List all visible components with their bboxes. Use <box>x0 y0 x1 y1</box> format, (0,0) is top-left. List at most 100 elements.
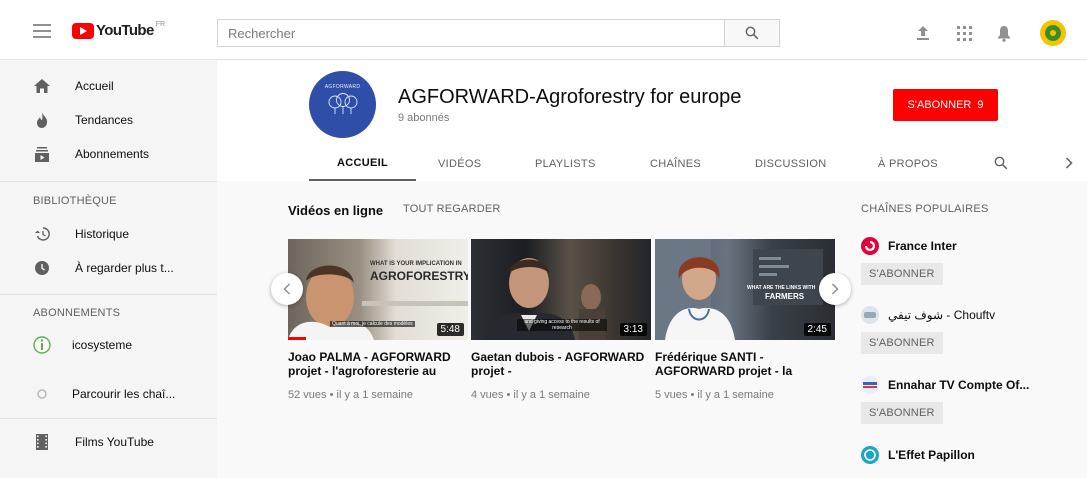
tab-videos[interactable]: VIDÉOS <box>438 147 481 181</box>
popular-channel-name: France Inter <box>888 239 957 253</box>
channel-title: AGFORWARD-Agroforestry for europe <box>398 86 742 108</box>
sidebar-item-label: Tendances <box>75 113 134 127</box>
tabs-next-chevron-icon[interactable] <box>1057 151 1081 175</box>
popular-channel-link[interactable]: France Inter <box>861 235 1071 257</box>
thumbnail-subtitle: Quant à moi, je calcule des modèles <box>330 321 415 327</box>
popular-channel-name: Ennahar TV Compte Of... <box>888 378 1030 392</box>
sidebar-item-films-youtube[interactable]: Films YouTube <box>0 425 217 459</box>
thumbnail-subtitle: and giving access to the results of rese… <box>517 319 607 331</box>
video-age: il y a 1 semaine <box>697 389 774 401</box>
sidebar: Accueil Tendances Abonnements BIBLIOTHÈQ… <box>0 61 217 478</box>
watch-progress-bar <box>288 337 306 340</box>
video-duration: 2:45 <box>803 323 831 336</box>
section-title: Vidéos en ligne <box>288 203 384 218</box>
channel-avatar-brand: AGFORWARD <box>324 84 361 90</box>
chouftv-icon <box>861 306 879 324</box>
popular-channel-link[interactable]: شوف تيفي - Chouftv <box>861 304 1071 326</box>
search-input[interactable] <box>217 19 725 47</box>
sidebar-item-label: À regarder plus t... <box>75 261 174 275</box>
popular-subscribe-button[interactable]: S'ABONNER <box>861 402 943 424</box>
video-views: 4 vues <box>471 389 504 401</box>
sidebar-divider <box>0 181 217 182</box>
sidebar-item-icosysteme[interactable]: icosysteme <box>0 328 217 362</box>
sidebar-divider <box>0 294 217 295</box>
popular-channel: شوف تيفي - Chouftv S'ABONNER <box>861 304 1071 354</box>
carousel-next-button[interactable] <box>819 273 851 305</box>
popular-subscribe-button[interactable]: S'ABONNER <box>861 263 943 285</box>
tab-discussion[interactable]: DISCUSSION <box>755 147 826 181</box>
effet-papillon-icon <box>861 446 879 464</box>
tab-accueil[interactable]: ACCUEIL <box>309 147 416 181</box>
popular-channel: L'Effet Papillon <box>861 444 1071 466</box>
video-age: il y a 1 semaine <box>336 389 413 401</box>
user-avatar[interactable] <box>1040 20 1066 46</box>
popular-channel-link[interactable]: L'Effet Papillon <box>861 444 1071 466</box>
channel-search-icon[interactable] <box>989 151 1013 175</box>
search-button[interactable] <box>724 19 780 47</box>
sidebar-divider <box>0 418 217 419</box>
popular-channel-name: شوف تيفي - Chouftv <box>888 308 996 322</box>
upload-icon[interactable] <box>914 24 932 42</box>
thumbnail-caption-big: FARMERS <box>765 292 805 301</box>
video-title[interactable]: Joao PALMA - AGFORWARD projet - l'agrofo… <box>288 350 468 378</box>
popular-subscribe-button[interactable]: S'ABONNER <box>861 332 943 354</box>
video-title[interactable]: Frédérique SANTI - AGFORWARD projet - la <box>655 350 835 378</box>
top-bar: YouTube FR <box>0 0 1087 60</box>
chevron-right-icon <box>831 283 839 295</box>
sidebar-item-browse-channels[interactable]: Parcourir les chaî... <box>0 377 217 411</box>
video-age: il y a 1 semaine <box>513 389 590 401</box>
sidebar-item-watch-later[interactable]: À regarder plus t... <box>0 251 217 285</box>
logo-country: FR <box>155 21 166 28</box>
library-header: BIBLIOTHÈQUE <box>33 195 117 207</box>
subscribe-button[interactable]: S'ABONNER 9 <box>893 89 998 121</box>
youtube-play-icon <box>72 23 94 39</box>
subscriptions-header: ABONNEMENTS <box>33 307 121 319</box>
video-card: and giving access to the results of rese… <box>471 239 651 401</box>
tab-a-propos[interactable]: À PROPOS <box>878 147 938 181</box>
channel-header: AGFORWARD AGFORWARD-Agroforestry for eur… <box>217 61 1087 181</box>
ennahar-icon <box>861 376 879 394</box>
youtube-logo[interactable]: YouTube FR <box>72 21 166 39</box>
watch-all-link[interactable]: TOUT REGARDER <box>403 203 501 215</box>
sidebar-item-label: Accueil <box>75 79 114 93</box>
history-icon <box>33 225 51 243</box>
channel-avatar[interactable]: AGFORWARD <box>309 71 376 138</box>
menu-icon[interactable] <box>33 24 51 38</box>
popular-channel-name: L'Effet Papillon <box>888 448 975 462</box>
meta-separator: • <box>329 389 334 401</box>
sidebar-item-historique[interactable]: Historique <box>0 217 217 251</box>
apps-grid-icon[interactable] <box>955 24 973 42</box>
clock-icon <box>33 259 51 277</box>
sidebar-item-accueil[interactable]: Accueil <box>0 69 217 103</box>
video-duration: 3:13 <box>619 323 647 336</box>
bell-icon[interactable] <box>995 24 1013 42</box>
sidebar-item-label: icosysteme <box>72 338 133 352</box>
meta-separator: • <box>690 389 695 401</box>
video-thumbnail[interactable]: WHAT IS YOUR IMPLICATION IN AGROFORESTRY… <box>288 239 468 340</box>
video-views: 52 vues <box>288 389 327 401</box>
popular-channel-link[interactable]: Ennahar TV Compte Of... <box>861 374 1071 396</box>
video-thumbnail[interactable]: and giving access to the results of rese… <box>471 239 651 340</box>
thumbnail-caption-small: WHAT IS YOUR IMPLICATION IN <box>370 261 462 267</box>
sidebar-item-tendances[interactable]: Tendances <box>0 103 217 137</box>
video-title[interactable]: Gaetan dubois - AGFORWARD projet - <box>471 350 651 378</box>
popular-channel: Ennahar TV Compte Of... S'ABONNER <box>861 374 1071 424</box>
video-meta: 52 vues • il y a 1 semaine <box>288 389 468 401</box>
tab-chaines[interactable]: CHAÎNES <box>650 147 701 181</box>
subscriptions-icon <box>33 145 51 163</box>
carousel-prev-button[interactable] <box>271 273 303 305</box>
film-icon <box>33 433 51 451</box>
search-icon <box>745 26 759 40</box>
logo-text: YouTube <box>96 22 154 39</box>
sidebar-item-abonnements[interactable]: Abonnements <box>0 137 217 171</box>
video-views: 5 vues <box>655 389 688 401</box>
subscribe-count: 9 <box>977 99 984 111</box>
video-thumbnail[interactable]: WHAT ARE THE LINKS WITH FARMERS 2:45 <box>655 239 835 340</box>
sidebar-item-label: Parcourir les chaî... <box>72 387 176 401</box>
meta-separator: • <box>506 389 511 401</box>
sidebar-item-label: Abonnements <box>75 147 150 161</box>
browse-channels-icon <box>33 385 51 403</box>
tree-logo-icon <box>328 93 358 114</box>
tab-playlists[interactable]: PLAYLISTS <box>535 147 596 181</box>
channel-subscriber-count: 9 abonnés <box>398 112 450 124</box>
